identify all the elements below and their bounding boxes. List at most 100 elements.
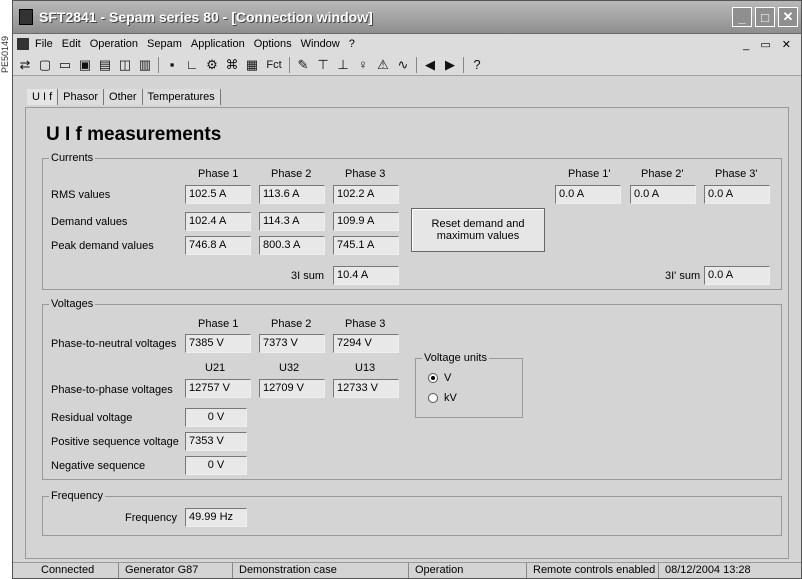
voltage-units-group: Voltage units V kV <box>415 352 523 418</box>
print-icon[interactable]: ▥ <box>135 56 155 74</box>
unit-kv-label: kV <box>444 392 457 404</box>
wave-icon[interactable]: ∿ <box>393 56 413 74</box>
status-remote: Remote controls enabled <box>527 563 659 578</box>
voltages-group: Voltages Phase 1 Phase 2 Phase 3 Phase-t… <box>42 298 782 480</box>
rms-label: RMS values <box>51 189 111 201</box>
unit-v-radio[interactable]: V <box>428 372 522 384</box>
fct-icon[interactable]: Fct <box>262 56 286 74</box>
measurements-panel: U I f measurements Currents Phase 1 Phas… <box>25 107 789 559</box>
document-icon <box>17 38 29 50</box>
tab-temperatures[interactable]: Temperatures <box>142 89 221 105</box>
header-phase-2-prime: Phase 2' <box>641 168 684 180</box>
toolbar-separator <box>158 56 159 73</box>
demand-phase-2: 114.3 A <box>259 212 325 231</box>
header-u21: U21 <box>205 362 226 374</box>
unit-kv-radio-dot[interactable] <box>428 393 438 403</box>
v-header-phase-2: Phase 2 <box>271 318 312 330</box>
menu-bar: File Edit Operation Sepam Application Op… <box>13 34 801 54</box>
pp-u13: 12733 V <box>333 379 399 398</box>
open-icon[interactable]: ▭ <box>55 56 75 74</box>
rms-phase-1-prime: 0.0 A <box>555 185 621 204</box>
connect-icon[interactable]: ⇄ <box>15 56 35 74</box>
tab-other[interactable]: Other <box>104 89 143 105</box>
reset-demand-button[interactable]: Reset demand and maximum values <box>411 208 545 252</box>
pn-phase-2: 7373 V <box>259 334 325 353</box>
v-header-phase-3: Phase 3 <box>345 318 386 330</box>
header-u32: U32 <box>279 362 300 374</box>
rms-phase-3-prime: 0.0 A <box>704 185 770 204</box>
preview-icon[interactable]: ◫ <box>115 56 135 74</box>
menu-options[interactable]: Options <box>254 38 292 50</box>
residual-label: Residual voltage <box>51 412 133 424</box>
help-icon[interactable]: ? <box>467 56 487 74</box>
currents-legend: Currents <box>51 152 94 164</box>
app-icon <box>19 9 33 25</box>
currents-group: Currents Phase 1 Phase 2 Phase 3 Phase 1… <box>42 152 782 290</box>
unit-kv-radio[interactable]: kV <box>428 392 522 404</box>
toolbar-separator <box>463 56 464 73</box>
negative-value: 0 V <box>185 456 247 475</box>
positive-value: 7353 V <box>185 432 247 451</box>
save-icon[interactable]: ▣ <box>75 56 95 74</box>
mdi-window-controls[interactable]: _ ▭ ✕ <box>743 38 795 51</box>
rms-phase-2: 113.6 A <box>259 185 325 204</box>
pp-u32: 12709 V <box>259 379 325 398</box>
menu-operation[interactable]: Operation <box>90 38 138 50</box>
header-phase-3: Phase 3 <box>345 168 386 180</box>
peak-phase-2: 800.3 A <box>259 236 325 255</box>
header-phase-3-prime: Phase 3' <box>715 168 758 180</box>
voltages-legend: Voltages <box>51 298 94 310</box>
antenna-icon[interactable]: ⊤ <box>313 56 333 74</box>
v-header-phase-1: Phase 1 <box>198 318 239 330</box>
header-phase-2: Phase 2 <box>271 168 312 180</box>
disk-icon[interactable]: ▪ <box>162 56 182 74</box>
page-title: U I f measurements <box>46 124 222 145</box>
tab-strip: U I f Phasor Other Temperatures <box>27 89 221 105</box>
wrench-icon[interactable]: ✎ <box>293 56 313 74</box>
sum-prime-label: 3I' sum <box>665 270 701 282</box>
peak-phase-1: 746.8 A <box>185 236 251 255</box>
unit-v-radio-dot[interactable] <box>428 373 438 383</box>
new-icon[interactable]: ▢ <box>35 56 55 74</box>
side-reference-label: PE50149 <box>0 36 10 74</box>
arrow-right-icon[interactable]: ▶ <box>440 56 460 74</box>
tower-icon[interactable]: ⊥ <box>333 56 353 74</box>
negative-label: Negative sequence <box>51 460 146 472</box>
menu-file[interactable]: File <box>35 38 53 50</box>
toolbar-separator <box>416 56 417 73</box>
menu-application[interactable]: Application <box>191 38 245 50</box>
positive-label: Positive sequence voltage <box>51 436 179 448</box>
header-u13: U13 <box>355 362 376 374</box>
minimize-button[interactable]: _ <box>732 7 752 27</box>
status-mode: Operation <box>409 563 527 578</box>
menu-sepam[interactable]: Sepam <box>147 38 182 50</box>
phase-phase-label: Phase-to-phase voltages <box>51 384 173 396</box>
sum-label: 3I sum <box>291 270 325 282</box>
tab-phasor[interactable]: Phasor <box>58 89 105 105</box>
close-button[interactable]: ✕ <box>778 7 798 27</box>
frequency-legend: Frequency <box>51 490 103 502</box>
tab-uif[interactable]: U I f <box>27 89 59 105</box>
settings-icon[interactable]: ⚙ <box>202 56 222 74</box>
menu-help[interactable]: ? <box>349 38 355 50</box>
phase-neutral-label: Phase-to-neutral voltages <box>51 338 177 350</box>
module-icon[interactable]: ▦ <box>242 56 262 74</box>
diagram-icon[interactable]: ⌘ <box>222 56 242 74</box>
arrow-left-icon[interactable]: ◀ <box>420 56 440 74</box>
graph-icon[interactable]: ∟ <box>182 56 202 74</box>
status-connected: Connected <box>13 563 119 578</box>
warning-icon[interactable]: ⚠ <box>373 56 393 74</box>
demand-label: Demand values <box>51 216 128 228</box>
demand-phase-3: 109.9 A <box>333 212 399 231</box>
maximize-button[interactable]: □ <box>755 7 775 27</box>
rms-phase-1: 102.5 A <box>185 185 251 204</box>
menu-edit[interactable]: Edit <box>62 38 81 50</box>
menu-window[interactable]: Window <box>301 38 340 50</box>
pn-phase-1: 7385 V <box>185 334 251 353</box>
rms-phase-3: 102.2 A <box>333 185 399 204</box>
frequency-value: 49.99 Hz <box>185 508 247 527</box>
pp-u21: 12757 V <box>185 379 251 398</box>
alarm-icon[interactable]: ♀ <box>353 56 373 74</box>
sepam-icon[interactable]: ▤ <box>95 56 115 74</box>
sum-value: 10.4 A <box>333 266 399 285</box>
